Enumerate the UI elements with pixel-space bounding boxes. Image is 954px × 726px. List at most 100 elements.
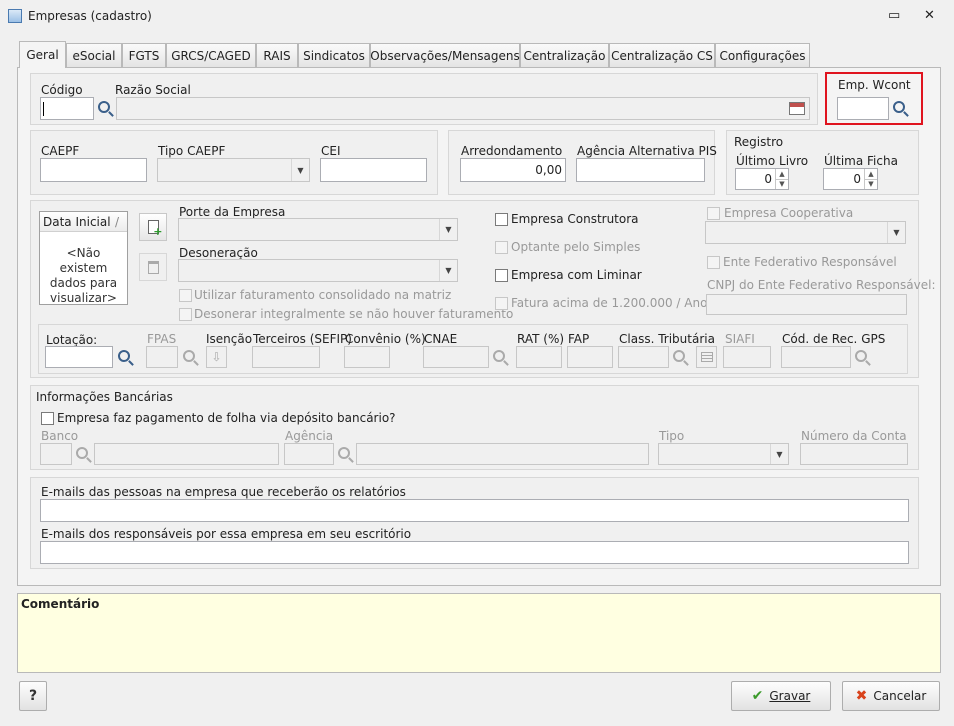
cooperativa-select[interactable]: ▼ [705,221,906,244]
codigo-label: Código [41,83,83,97]
simples-checkbox[interactable] [495,241,508,254]
class-trib-input[interactable] [618,346,669,368]
restore-icon[interactable]: ▭ [888,8,900,23]
tab-centralizacao[interactable]: Centralização [520,43,609,67]
agencia-search-button[interactable] [334,443,356,465]
title-bar: Empresas (cadastro) ▭ ✕ [0,0,954,32]
lotacao-input[interactable] [45,346,113,368]
construtora-checkbox[interactable] [495,213,508,226]
codigo-input[interactable] [40,97,94,120]
banco-search-button[interactable] [72,443,94,465]
agencia-name-input[interactable] [356,443,649,465]
arredondamento-input[interactable]: 0,00 [460,158,566,182]
banco-name-input[interactable] [94,443,279,465]
tab-configuracoes[interactable]: Configurações [715,43,810,67]
delete-button[interactable] [139,253,167,281]
tipo-select[interactable]: ▼ [658,443,789,465]
convenio-input[interactable] [344,346,390,368]
rat-input[interactable] [516,346,562,368]
emp-wcont-input[interactable] [837,97,889,120]
download-icon: ⇩ [211,350,222,364]
close-icon[interactable]: ✕ [924,8,935,23]
fpas-search-button[interactable] [179,346,201,368]
emails-responsaveis-input[interactable] [40,541,909,564]
cnpj-ente-input[interactable] [706,294,907,315]
siafi-input[interactable] [723,346,771,368]
sort-icon: / [115,215,120,229]
add-document-button[interactable]: + [139,213,167,241]
codigo-search-button[interactable] [94,97,116,119]
fap-input[interactable] [567,346,613,368]
class-trib-search-button[interactable] [669,346,691,368]
tab-rais[interactable]: RAIS [256,43,298,67]
fap-label: FAP [568,332,590,346]
help-button[interactable]: ? [19,681,47,711]
emails-pessoas-input[interactable] [40,499,909,522]
tab-geral[interactable]: Geral [19,41,66,68]
caepf-label: CAEPF [41,144,80,158]
razao-social-label: Razão Social [115,83,191,97]
cnae-input[interactable] [423,346,489,368]
desonerar-checkbox[interactable] [179,308,192,321]
search-icon [892,100,905,113]
cooperativa-checkbox[interactable] [707,207,720,220]
spinner-arrows-icon[interactable]: ▲ ▼ [864,169,877,189]
ultima-ficha-spinner[interactable]: 0 ▲ ▼ [823,168,878,190]
terceiros-input[interactable] [252,346,320,368]
fatura-checkbox[interactable] [495,297,508,310]
tipo-caepf-select[interactable]: ▼ [157,158,310,182]
cod-rec-label: Cód. de Rec. GPS [782,332,886,346]
ultimo-livro-spinner[interactable]: 0 ▲ ▼ [735,168,789,190]
tab-esocial[interactable]: eSocial [66,43,122,67]
numero-conta-input[interactable] [800,443,908,465]
table-icon [700,352,713,362]
cod-rec-input[interactable] [781,346,851,368]
tab-sindicatos[interactable]: Sindicatos [298,43,370,67]
chevron-down-icon: ▼ [439,260,457,281]
tipo-caepf-label: Tipo CAEPF [158,144,226,158]
lotacao-label: Lotação: [46,333,98,347]
class-trib-table-button[interactable] [696,346,717,368]
pagamento-label: Empresa faz pagamento de folha via depós… [57,411,396,425]
data-inicial-grid[interactable]: Data Inicial / <Não existem dados para v… [39,211,128,305]
isencao-button[interactable]: ⇩ [206,346,227,368]
fat-consolidado-label: Utilizar faturamento consolidado na matr… [194,288,452,302]
fat-consolidado-checkbox[interactable] [179,289,192,302]
razao-social-input[interactable] [116,97,810,120]
ultimo-livro-label: Último Livro [736,154,809,168]
trash-icon [147,260,159,274]
agencia-pis-input[interactable] [576,158,705,182]
liminar-label: Empresa com Liminar [511,268,642,282]
caepf-input[interactable] [40,158,147,182]
cod-rec-search-button[interactable] [851,346,873,368]
app-icon [8,9,22,23]
spinner-arrows-icon[interactable]: ▲ ▼ [775,169,788,189]
tab-grcs-caged[interactable]: GRCS/CAGED [166,43,256,67]
tab-observacoes[interactable]: Observações/Mensagens [370,43,520,67]
desoneracao-select[interactable]: ▼ [178,259,458,282]
agencia-code-input[interactable] [284,443,334,465]
ultima-ficha-label: Última Ficha [824,154,898,168]
lotacao-search-button[interactable] [114,346,136,368]
cnae-search-button[interactable] [489,346,511,368]
liminar-checkbox[interactable] [495,269,508,282]
banco-code-input[interactable] [40,443,72,465]
cancelar-button[interactable]: ✖ Cancelar [842,681,940,711]
tab-centralizacao-cs[interactable]: Centralização CS [609,43,715,67]
grid-header-data-inicial[interactable]: Data Inicial [43,215,111,229]
search-icon [337,446,350,459]
emp-wcont-search-button[interactable] [889,97,911,119]
cei-input[interactable] [320,158,427,182]
ente-federativo-checkbox[interactable] [707,256,720,269]
fpas-input[interactable] [146,346,178,368]
tab-fgts[interactable]: FGTS [122,43,166,67]
emails-pessoas-label: E-mails das pessoas na empresa que receb… [41,485,406,499]
porte-select[interactable]: ▼ [178,218,458,241]
comentario-textarea[interactable]: Comentário [17,593,941,673]
chevron-down-icon: ▼ [439,219,457,240]
search-icon [75,446,88,459]
registro-title: Registro [734,135,784,149]
calendar-icon[interactable] [789,102,805,115]
pagamento-checkbox[interactable] [41,412,54,425]
gravar-button[interactable]: ✔ Gravar [731,681,831,711]
